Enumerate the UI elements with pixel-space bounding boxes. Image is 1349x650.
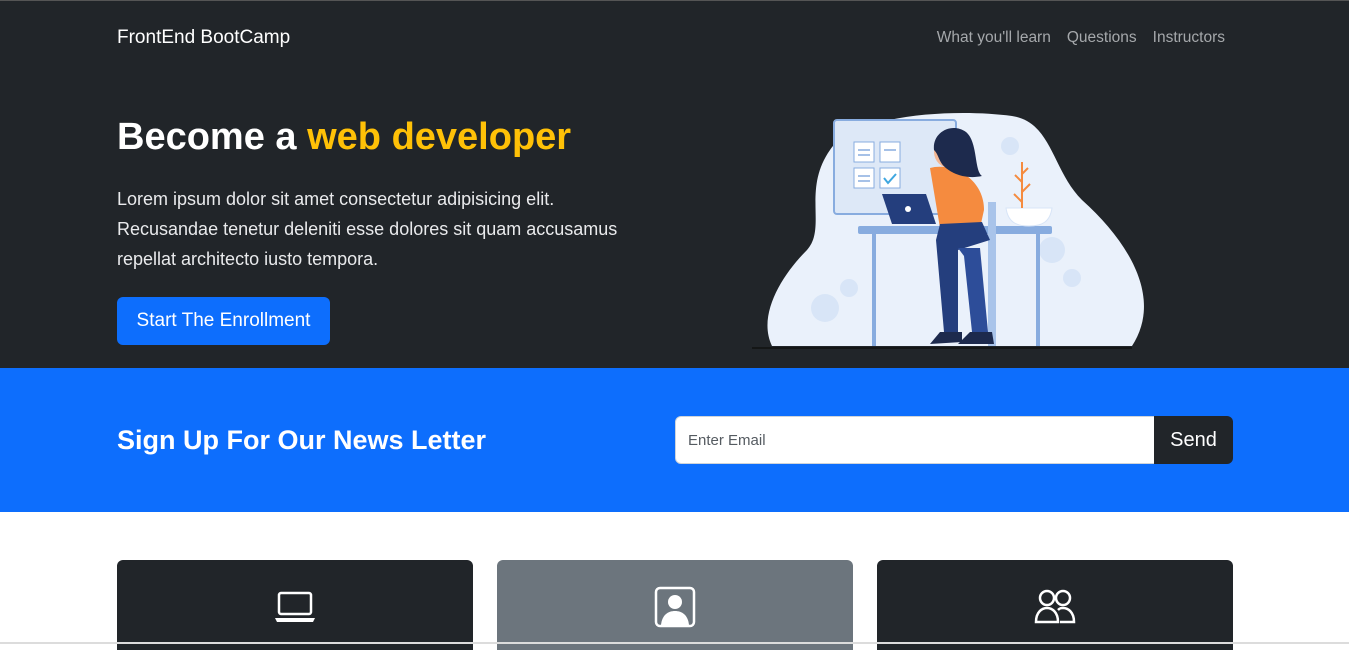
- hero-title: Become a web developer: [117, 116, 571, 159]
- person-square-icon: [654, 586, 696, 628]
- nav-links: What you'll learn Questions Instructors: [937, 29, 1225, 47]
- people-icon: [1034, 589, 1076, 624]
- hero-title-prefix: Become a: [117, 116, 297, 158]
- hero-title-accent: web developer: [307, 116, 572, 158]
- laptop-icon: [275, 591, 315, 622]
- nav-link-questions[interactable]: Questions: [1067, 29, 1137, 47]
- start-enrollment-button[interactable]: Start The Enrollment: [117, 297, 330, 345]
- email-input[interactable]: [675, 416, 1155, 464]
- newsletter-section: Sign Up For Our News Letter Send: [0, 368, 1349, 512]
- nav-link-instructors[interactable]: Instructors: [1153, 29, 1225, 47]
- hero-text: Lorem ipsum dolor sit amet consectetur a…: [117, 189, 618, 269]
- feature-card: [877, 560, 1233, 650]
- feature-cards: [0, 512, 1349, 650]
- feature-card: [117, 560, 473, 650]
- newsletter-title: Sign Up For Our News Letter: [117, 425, 487, 455]
- navbar: FrontEnd BootCamp What you'll learn Ques…: [0, 0, 1349, 76]
- nav-link-what-youll-learn[interactable]: What you'll learn: [937, 29, 1051, 47]
- navbar-brand[interactable]: FrontEnd BootCamp: [117, 27, 290, 49]
- hero-section: Become a web developer Lorem ipsum dolor…: [0, 76, 1349, 368]
- developer-illustration: [752, 113, 1144, 349]
- feature-card: [497, 560, 853, 650]
- send-button[interactable]: Send: [1154, 416, 1233, 464]
